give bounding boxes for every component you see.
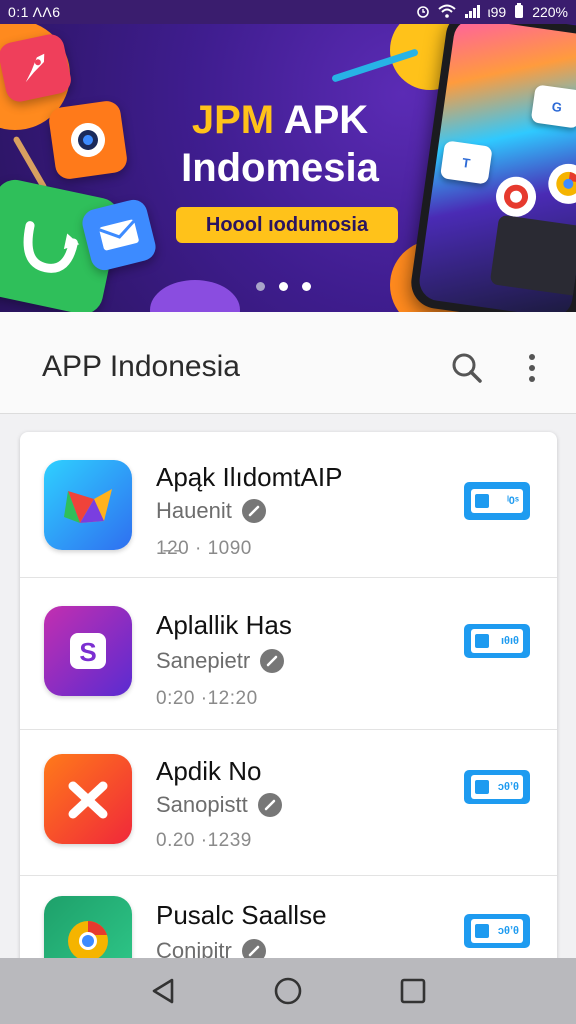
install-button-face: ıθıθ: [471, 629, 523, 653]
banner-title-line2: Indomesia: [181, 146, 379, 190]
app-developer: Sanopistt: [156, 792, 282, 818]
app-meta: 0.20 ·1239: [156, 830, 252, 851]
app-meta: 1̵2̵0 · 1090: [156, 538, 252, 559]
battery-percent: 220%: [532, 4, 568, 20]
app-title: APP Indonesia: [42, 350, 240, 383]
install-button-label: ˡ0ˢ: [507, 495, 519, 507]
app-name: Apąk IlıdomtAIP: [156, 462, 343, 492]
app-bar: APP Indonesia: [0, 312, 576, 414]
download-icon: [475, 924, 489, 938]
status-icons: ι99 220%: [416, 2, 568, 22]
maps-app-icon: [44, 460, 132, 550]
browser-icon: [493, 174, 539, 220]
app-developer-label: Hauenit: [156, 498, 232, 523]
download-icon: [475, 634, 489, 648]
app-developer-label: Sanepietr: [156, 648, 251, 673]
verified-icon: [260, 649, 285, 673]
carousel-dot[interactable]: [279, 282, 288, 291]
install-button-face: ɔθʼθ: [471, 919, 523, 943]
install-button-face: ˡ0ˢ: [471, 489, 523, 513]
banner-tag-button[interactable]: Hoool ıodumosia: [176, 207, 398, 243]
app-meta: 0:20 ·12:20: [156, 688, 258, 709]
battery-icon: [514, 2, 524, 22]
recents-button[interactable]: [391, 969, 435, 1013]
status-bar: 0:1 ΛΛ6 ι99 220%: [0, 0, 576, 24]
more-vert-icon: [529, 354, 535, 382]
install-button-face: ɔθʼθ: [471, 775, 523, 799]
app-name: Apdik No: [156, 756, 262, 786]
install-button-label: ɔθʼθ: [497, 925, 519, 937]
banner-title-rest: APK: [274, 98, 369, 142]
search-button[interactable]: [447, 348, 487, 388]
chrome-icon: [545, 161, 576, 207]
decorative-blob: [150, 280, 240, 312]
banner-title: JPM APK Indomesia: [150, 96, 410, 192]
app-developer: Sanepietr: [156, 648, 285, 674]
network-label: ι99: [487, 4, 507, 20]
install-button[interactable]: ɔθʼθ: [464, 914, 530, 948]
install-button[interactable]: ıθıθ: [464, 624, 530, 658]
app-list-item[interactable]: Apąk IlıdomtAIP Hauenit 1̵2̵0 · 1090 ˡ0ˢ: [20, 432, 557, 578]
download-icon: [475, 494, 489, 508]
app-list-item[interactable]: S Aplallik Has Sanepietr 0:20 ·12:20 ıθı…: [20, 584, 557, 730]
hero-banner[interactable]: JPM APK Indomesia Hoool ıodumosia G T: [0, 0, 576, 312]
phone-chip-g: G: [530, 84, 576, 129]
home-button[interactable]: [266, 969, 310, 1013]
signal-icon: [464, 4, 480, 21]
download-icon: [475, 780, 489, 794]
install-button[interactable]: ɔθʼθ: [464, 770, 530, 804]
app-developer: Hauenit: [156, 498, 266, 524]
banner-title-accent: JPM: [191, 98, 275, 142]
search-icon: [452, 353, 482, 383]
alarm-icon: [416, 4, 430, 21]
home-icon: [274, 977, 302, 1005]
app-name: Pusalc Saallse: [156, 900, 327, 930]
app-list-card: Apąk IlıdomtAIP Hauenit 1̵2̵0 · 1090 ˡ0ˢ…: [20, 432, 557, 992]
app-developer-label: Sanopistt: [156, 792, 248, 817]
app-list-item[interactable]: Apdik No Sanopistt 0.20 ·1239 ɔθʼθ: [20, 730, 557, 876]
store-s-app-icon: S: [44, 606, 132, 696]
carousel-dot[interactable]: [302, 282, 311, 291]
phone-widget: [489, 214, 576, 297]
status-time: 0:1 ΛΛ6: [8, 4, 61, 20]
back-icon: [152, 978, 173, 1004]
camera-app-icon: [47, 99, 129, 181]
install-button-label: ɔθʼθ: [497, 781, 519, 793]
verified-icon: [241, 499, 266, 523]
back-button[interactable]: [141, 969, 185, 1013]
recents-icon: [401, 978, 426, 1004]
install-button-label: ıθıθ: [500, 635, 519, 647]
system-nav-bar: [0, 958, 576, 1024]
carousel-indicator: [256, 282, 311, 291]
wifi-icon: [437, 4, 456, 21]
svg-text:S: S: [79, 637, 96, 667]
install-button[interactable]: ˡ0ˢ: [464, 482, 530, 520]
verified-icon: [257, 793, 282, 817]
more-options-button[interactable]: [512, 348, 552, 388]
phone-chip-t: T: [439, 140, 493, 185]
carousel-dot[interactable]: [256, 282, 265, 291]
cross-app-icon: [44, 754, 132, 844]
app-name: Aplallik Has: [156, 610, 292, 640]
